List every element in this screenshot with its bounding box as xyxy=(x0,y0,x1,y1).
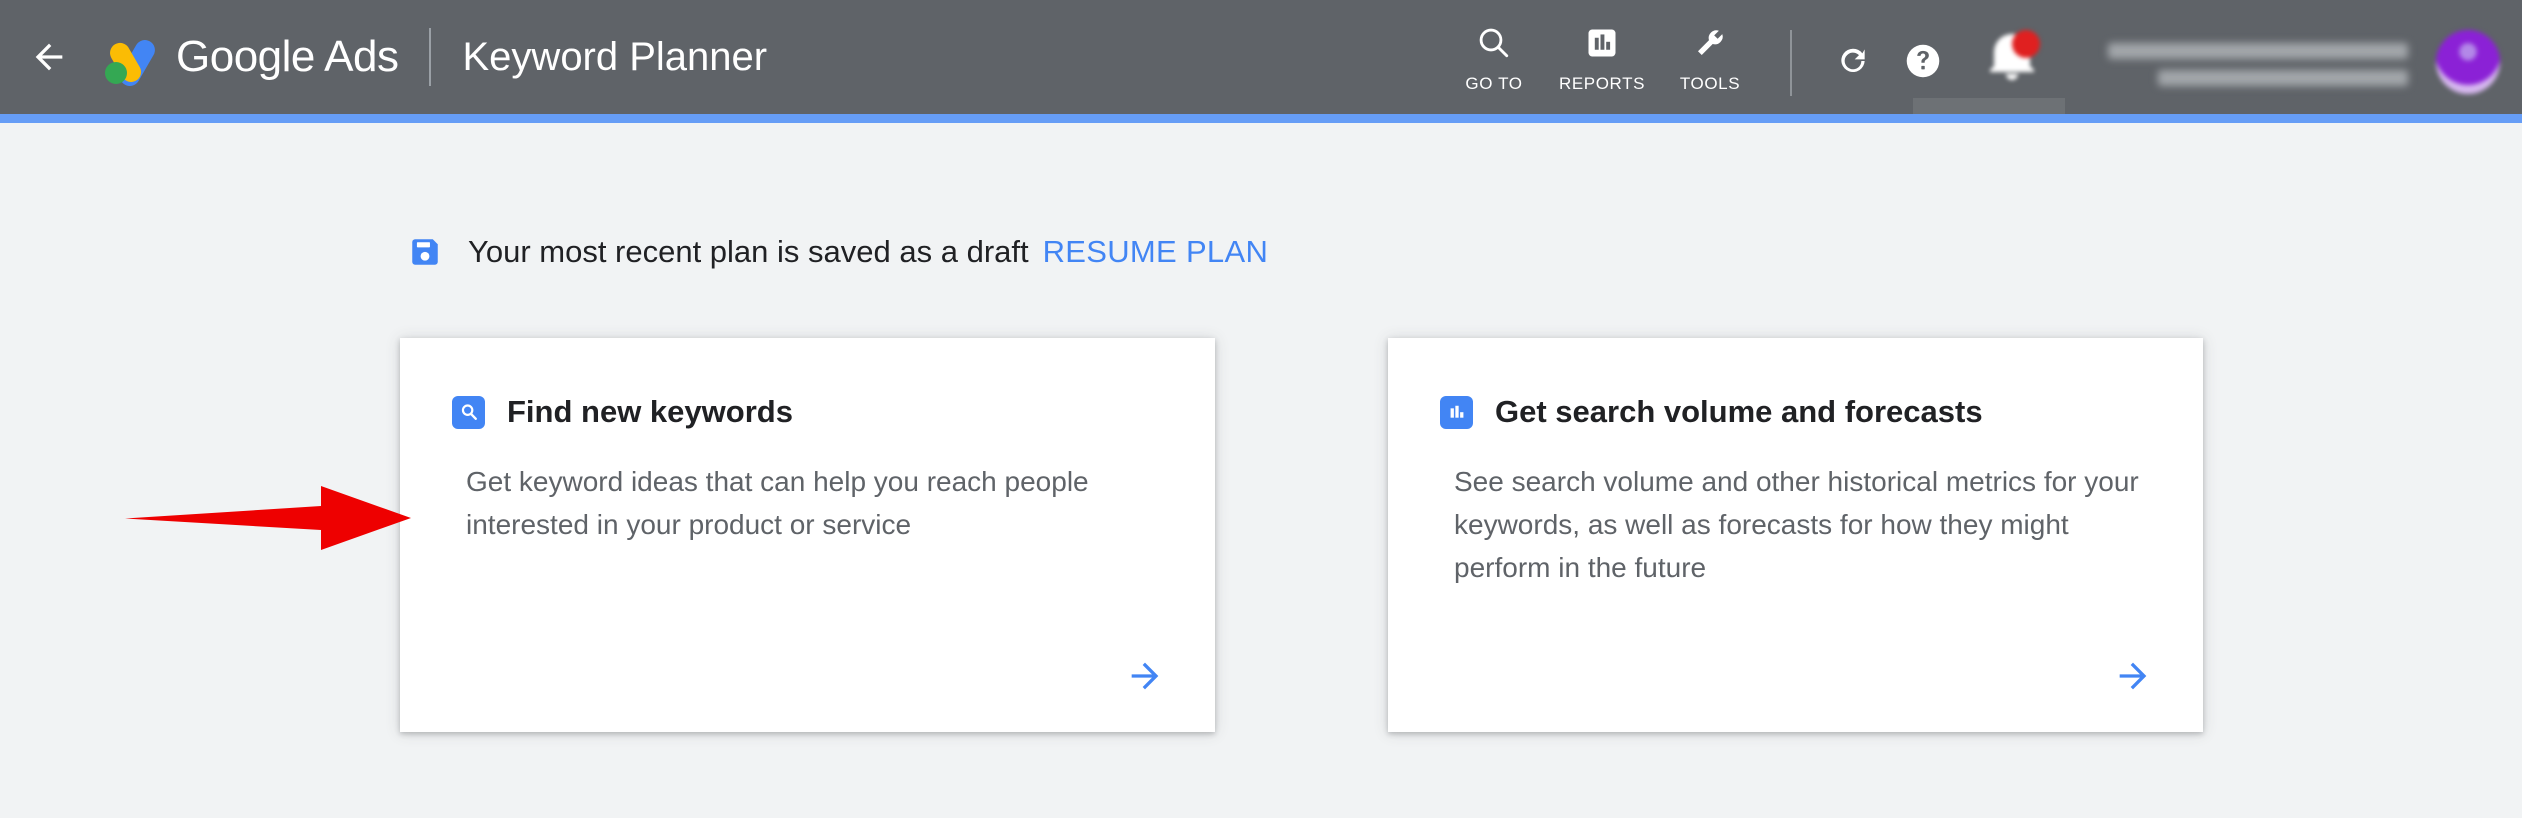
card-find-new-keywords[interactable]: Find new keywords Get keyword ideas that… xyxy=(400,338,1215,732)
card-go-button[interactable] xyxy=(1123,654,1167,698)
search-icon xyxy=(452,395,485,429)
header-tab-indicator xyxy=(1913,98,2065,114)
refresh-button[interactable] xyxy=(1818,26,1888,96)
brand-name[interactable]: Google Ads xyxy=(176,32,399,82)
search-icon xyxy=(1476,22,1512,64)
google-ads-logo xyxy=(96,26,158,88)
app-header: Google Ads Keyword Planner GO TO REPORTS… xyxy=(0,0,2522,114)
wrench-icon xyxy=(1692,22,1728,64)
card-description: See search volume and other historical m… xyxy=(1454,466,2139,583)
draft-banner-message: Your most recent plan is saved as a draf… xyxy=(468,234,1029,269)
goto-button[interactable]: GO TO xyxy=(1440,14,1548,94)
tools-label: TOOLS xyxy=(1679,74,1741,93)
header-tool-group: GO TO REPORTS TOOLS xyxy=(1440,0,2522,114)
notifications-button[interactable] xyxy=(1980,26,2044,96)
bar-chart-icon xyxy=(1440,395,1473,429)
card-get-search-volume-and-forecasts[interactable]: Get search volume and forecasts See sear… xyxy=(1388,338,2203,732)
notifications-icon xyxy=(1990,30,2040,80)
reports-button[interactable]: REPORTS xyxy=(1548,14,1656,94)
card-title: Get search volume and forecasts xyxy=(1495,394,1983,429)
help-icon xyxy=(1906,44,1940,78)
arrow-right-icon xyxy=(1131,662,1159,690)
bar-chart-icon xyxy=(1584,22,1620,64)
account-id-line xyxy=(2158,69,2408,86)
card-header: Find new keywords xyxy=(400,338,1215,430)
reports-label: REPORTS xyxy=(1558,74,1646,93)
card-title: Find new keywords xyxy=(507,394,793,429)
card-header: Get search volume and forecasts xyxy=(1388,338,2203,430)
red-pointer-arrow xyxy=(125,478,415,558)
header-accent-bar xyxy=(0,114,2522,123)
header-divider xyxy=(428,28,431,86)
card-description: Get keyword ideas that can help you reac… xyxy=(466,466,1089,540)
page-title: Keyword Planner xyxy=(462,34,768,79)
save-draft-icon xyxy=(408,235,442,269)
account-info[interactable] xyxy=(2078,28,2408,100)
notification-badge xyxy=(2012,30,2040,58)
account-name-line xyxy=(2108,42,2408,59)
refresh-icon xyxy=(1841,48,1865,73)
back-button[interactable] xyxy=(26,34,72,80)
arrow-right-icon xyxy=(2119,662,2147,690)
draft-plan-banner: Your most recent plan is saved as a draf… xyxy=(408,234,1268,270)
header-tool-separator xyxy=(1790,30,1792,96)
resume-plan-link[interactable]: RESUME PLAN xyxy=(1043,234,1269,270)
tools-button[interactable]: TOOLS xyxy=(1656,14,1764,94)
avatar[interactable] xyxy=(2436,30,2500,94)
arrow-left-icon xyxy=(35,43,63,71)
card-go-button[interactable] xyxy=(2111,654,2155,698)
goto-label: GO TO xyxy=(1465,74,1523,93)
help-button[interactable] xyxy=(1888,26,1958,96)
